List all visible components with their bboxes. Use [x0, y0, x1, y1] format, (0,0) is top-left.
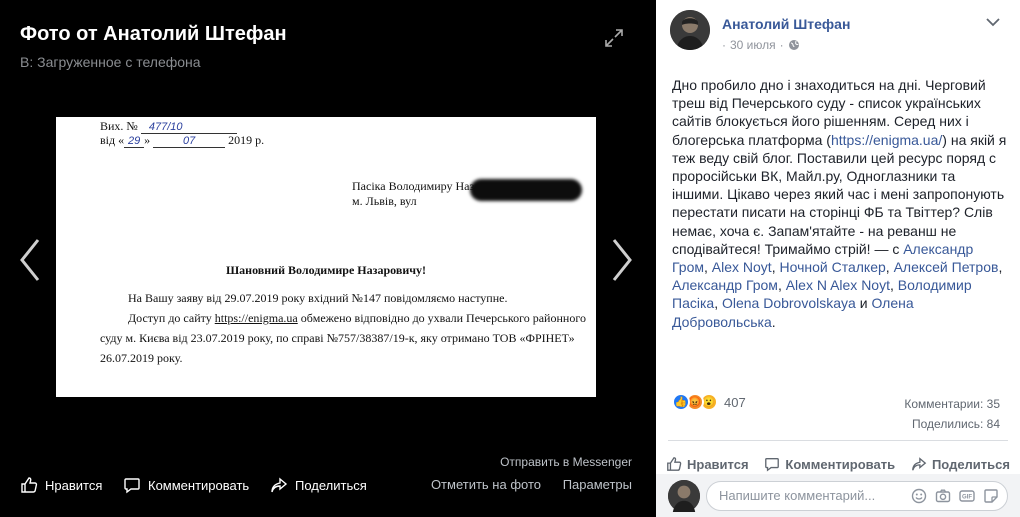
chevron-down-icon[interactable]	[986, 16, 1000, 28]
comments-count-link[interactable]: Комментарии: 35	[904, 397, 1000, 411]
tag-link[interactable]: Александр Гром	[672, 277, 778, 293]
gif-icon[interactable]: GIF	[959, 488, 975, 504]
globe-icon[interactable]	[788, 39, 800, 51]
doc-ref: Вих. № 477/10	[100, 119, 237, 134]
camera-icon[interactable]	[935, 488, 951, 504]
dot-separator-2: ·	[779, 38, 784, 52]
divider	[668, 440, 1008, 441]
photo-like-label: Нравится	[45, 477, 103, 493]
comment-input-box[interactable]: GIF	[706, 481, 1008, 511]
doc-line-3: суду м. Києва від 23.07.2019 року, по сп…	[100, 331, 575, 345]
tag-link[interactable]: Olena Dobrovolskaya	[722, 295, 856, 311]
comment-icon	[765, 458, 780, 472]
dot-separator: ·	[722, 38, 726, 52]
author-photo	[670, 10, 710, 50]
photo-comment-label: Комментировать	[148, 477, 250, 493]
tag-link[interactable]: Alex Noyt	[712, 259, 772, 275]
share-icon	[271, 477, 288, 493]
doc-line-2-a: Доступ до сайту	[128, 311, 215, 325]
doc-line-2-link: https://enigma.ua	[214, 311, 298, 325]
send-to-messenger-link[interactable]: Отправить в Messenger	[500, 455, 632, 469]
post-panel: Анатолий Штефан · 30 июля · Дно пробило …	[656, 0, 1020, 517]
reactions-summary[interactable]: 👍 😡 😮 407	[672, 393, 746, 411]
post-comment-button[interactable]: Комментировать	[764, 456, 895, 472]
post-like-label: Нравится	[687, 456, 749, 472]
viewer-photo	[668, 480, 700, 512]
and-word: и	[855, 295, 872, 312]
doc-line-4: 26.07.2019 року.	[100, 351, 183, 365]
comment-icon	[124, 478, 140, 494]
doc-address: м. Львів, вул	[352, 194, 417, 208]
doc-date-day: 29	[124, 135, 145, 148]
album-subtitle[interactable]: В: Загруженное с телефона	[20, 54, 201, 70]
tag-link[interactable]: Алексей Петров	[894, 259, 999, 275]
tag-photo-link[interactable]: Отметить на фото	[431, 470, 541, 500]
tag-link[interactable]: Alex N Alex Noyt	[786, 277, 890, 293]
next-photo-icon[interactable]	[610, 238, 634, 282]
photo-theater: Фото от Анатолий Штефан В: Загруженное с…	[0, 0, 1020, 517]
post-text-part-2: ) на якій я теж веду свій блог. Поставил…	[672, 131, 1007, 257]
viewer-avatar	[668, 480, 700, 512]
thumbs-up-icon	[667, 457, 682, 471]
photo-comment-button[interactable]: Комментировать	[123, 470, 249, 500]
comment-input[interactable]	[719, 488, 889, 503]
doc-line-2-b: обмежено відповідно до ухвали Печерськог…	[297, 311, 586, 325]
doc-date-prefix: від «	[100, 133, 125, 147]
post-action-bar: Нравится Комментировать Поделиться	[666, 454, 1010, 474]
photo-title: Фото от Анатолий Штефан	[20, 23, 287, 45]
post-date-link[interactable]: 30 июля	[730, 38, 776, 52]
tag-link[interactable]: Ночной Сталкер	[779, 259, 885, 275]
doc-date-year: 2019 р.	[228, 133, 265, 147]
previous-photo-icon[interactable]	[18, 238, 42, 282]
post-like-button[interactable]: Нравится	[666, 456, 749, 472]
options-link[interactable]: Параметры	[563, 470, 632, 500]
photo-viewer: Фото от Анатолий Штефан В: Загруженное с…	[0, 0, 656, 517]
post-link[interactable]: https://enigma.ua/	[831, 132, 942, 148]
photo-like-button[interactable]: Нравится	[20, 470, 102, 500]
svg-text:GIF: GIF	[962, 495, 972, 501]
post-comment-label: Комментировать	[785, 456, 896, 472]
sticker-icon[interactable]	[983, 488, 999, 504]
doc-ref-label: Вих. №	[100, 119, 138, 133]
comment-composer: GIF	[656, 474, 1020, 517]
post-share-button[interactable]: Поделиться	[911, 456, 1010, 472]
author-avatar[interactable]	[670, 10, 710, 50]
redaction-mark	[470, 179, 582, 201]
photo-share-button[interactable]: Поделиться	[270, 470, 367, 500]
fullscreen-icon[interactable]	[604, 28, 624, 48]
composer-icons: GIF	[911, 488, 999, 504]
post-meta: · 30 июля ·	[722, 38, 800, 52]
emoji-icon[interactable]	[911, 488, 927, 504]
like-reaction-icon: 👍	[672, 393, 690, 411]
photo-share-label: Поделиться	[295, 477, 367, 493]
doc-date: від «29» 07 2019 р.	[100, 133, 265, 148]
photo-action-bar: Нравится Комментировать Поделиться Отмет…	[0, 470, 656, 500]
post-share-label: Поделиться	[931, 456, 1010, 472]
shares-count-link[interactable]: Поделились: 84	[912, 417, 1000, 431]
author-name-link[interactable]: Анатолий Штефан	[722, 16, 850, 32]
reactions-count: 407	[724, 394, 746, 410]
share-icon	[912, 457, 927, 471]
doc-date-month: 07	[153, 135, 226, 148]
doc-line-1: На Вашу заяву від 29.07.2019 року вхідни…	[128, 291, 508, 305]
post-text: Дно пробило дно і знаходиться на дні. Че…	[672, 77, 1007, 330]
doc-line-2: Доступ до сайту https://enigma.ua обмеже…	[128, 311, 586, 326]
thumbs-up-icon	[21, 477, 38, 493]
photo-document: Вих. № 477/10 від «29» 07 2019 р. Пасіка…	[56, 117, 596, 397]
doc-greeting: Шановний Володимире Назаровичу!	[225, 263, 426, 277]
